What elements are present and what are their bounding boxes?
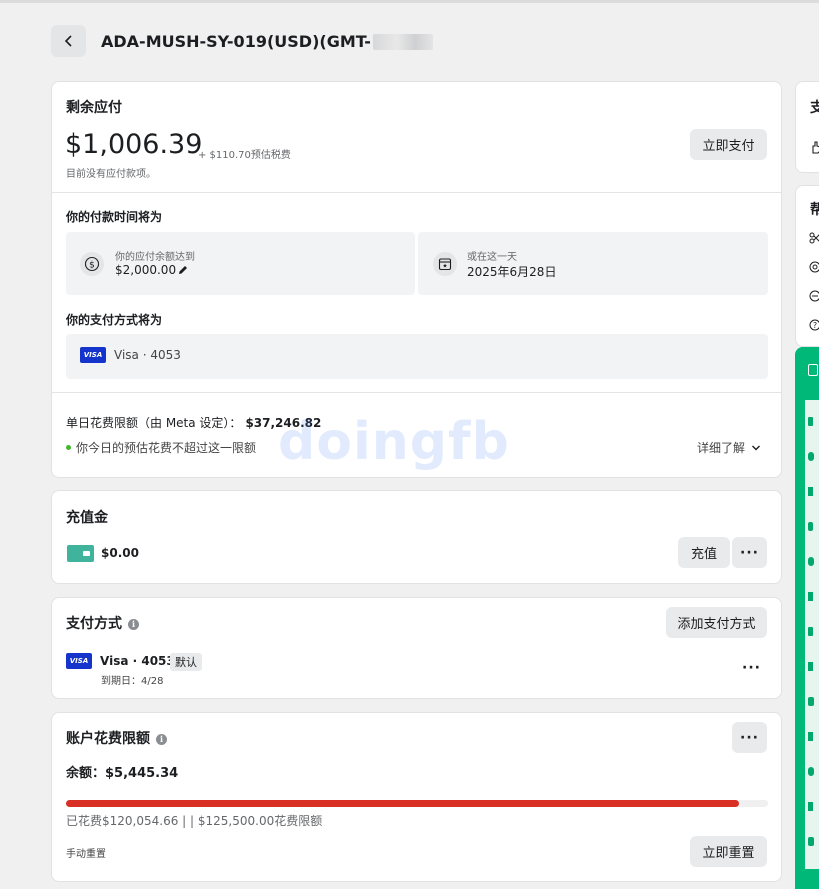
- divider: [52, 192, 781, 193]
- status-dot: [66, 445, 71, 450]
- chevron-left-icon: [64, 35, 72, 47]
- calendar-icon: [433, 252, 457, 276]
- scissors-icon: [809, 232, 819, 244]
- visa-logo-icon: VISA: [66, 653, 92, 669]
- balance-title: 剩余应付: [66, 100, 122, 116]
- green-panel-header: [795, 347, 819, 394]
- prepaid-more-button[interactable]: ···: [732, 537, 767, 568]
- balance-amount: $1,006.39: [65, 129, 203, 160]
- manual-reset-label: 手动重置: [66, 849, 106, 860]
- daily-limit-label: 单日花费限额（由 Meta 设定）：: [66, 416, 242, 430]
- payment-card-text: Visa · 4053: [100, 654, 175, 668]
- daily-limit-note: 你今日的预估花费不超过这一限额: [76, 441, 257, 455]
- payment-methods-title-row: 支付方式 i: [66, 613, 139, 633]
- date-value: 2025年6月28日: [467, 265, 557, 279]
- spending-summary: 已花费$120,054.66 | | $125,500.00花费限额: [66, 814, 323, 828]
- list-item-icon: [808, 487, 813, 496]
- spending-progress-track: [66, 800, 768, 807]
- list-item-icon: [808, 557, 814, 566]
- date-caption: 或在这一天: [467, 252, 517, 263]
- dollar-icon: $: [80, 252, 104, 276]
- visa-logo-icon: VISA: [80, 347, 106, 363]
- right-panel-top-title: 支: [810, 100, 819, 116]
- edit-pencil-icon[interactable]: [177, 264, 189, 276]
- right-panel-help: 帮 ?: [795, 185, 819, 347]
- right-panel-help-title: 帮: [810, 202, 819, 218]
- prepaid-amount: $0.00: [101, 546, 139, 560]
- back-button[interactable]: [51, 25, 86, 57]
- document-icon: [808, 364, 818, 376]
- list-item-icon: [808, 802, 813, 811]
- method-preview-box: VISA Visa · 4053: [66, 334, 768, 379]
- right-panel-top: 支: [795, 81, 819, 173]
- list-item-icon: [808, 522, 813, 531]
- list-item-icon: [808, 452, 814, 461]
- settings-icon: [809, 261, 819, 273]
- hand-icon: [812, 141, 819, 154]
- date-box: 或在这一天 2025年6月28日: [418, 232, 768, 295]
- page-title: ADA-MUSH-SY-019(USD)(GMT-: [101, 32, 433, 51]
- default-badge: 默认: [170, 653, 202, 671]
- svg-text:?: ?: [813, 321, 817, 330]
- list-item-icon: [808, 417, 813, 426]
- green-panel-list: [805, 400, 819, 869]
- info-icon[interactable]: i: [156, 733, 167, 745]
- help-circle-icon: ?: [809, 319, 819, 331]
- balance-sub-note: 目前没有应付款项。: [66, 169, 156, 180]
- payment-methods-title: 支付方式: [66, 616, 122, 632]
- watermark: doingfb: [278, 412, 510, 472]
- info-icon[interactable]: i: [128, 618, 139, 630]
- list-item-icon: [808, 697, 814, 706]
- divider: [52, 392, 781, 393]
- payment-method-more-button[interactable]: ···: [742, 660, 761, 676]
- daily-limit-note-row: 你今日的预估花费不超过这一限额: [66, 439, 256, 456]
- page-header: ADA-MUSH-SY-019(USD)(GMT-: [51, 25, 433, 57]
- list-item-icon: [808, 732, 813, 741]
- svg-text:$: $: [89, 261, 95, 271]
- threshold-caption: 你的应付余额达到: [115, 252, 195, 263]
- pay-now-button[interactable]: 立即支付: [690, 129, 767, 160]
- card-expiry: 到期日：4/28: [101, 676, 164, 687]
- right-panel-green: [795, 347, 819, 889]
- list-item-icon: [808, 592, 813, 601]
- top-border: [0, 0, 819, 3]
- list-item-icon: [808, 662, 813, 671]
- minus-circle-icon: [809, 290, 819, 302]
- prepaid-card: 充值金 $0.00 充值 ···: [51, 490, 782, 584]
- threshold-box: $ 你的应付余额达到 $2,000.00: [66, 232, 415, 295]
- spending-limit-more-button[interactable]: ···: [732, 722, 767, 753]
- wallet-icon: [67, 545, 94, 562]
- redacted-text: [372, 34, 433, 50]
- list-item-icon: [808, 767, 814, 776]
- payment-methods-card: 支付方式 i 添加支付方式 VISA Visa · 4053 默认 到期日：4/2…: [51, 597, 782, 699]
- list-item-icon: [808, 627, 813, 636]
- add-payment-method-button[interactable]: 添加支付方式: [666, 607, 767, 638]
- spending-progress-fill: [66, 800, 740, 807]
- prepaid-title: 充值金: [66, 510, 108, 526]
- method-preview-card: Visa · 4053: [114, 348, 181, 362]
- spending-limit-card: 账户花费限额 i ··· 余额：$5,445.34 已花费$120,054.66 …: [51, 712, 782, 882]
- schedule-title: 你的付款时间将为: [66, 210, 163, 224]
- reset-now-button[interactable]: 立即重置: [690, 836, 767, 867]
- list-item-icon: [808, 837, 814, 846]
- chevron-down-icon: [752, 445, 761, 450]
- spending-limit-title-row: 账户花费限额 i: [66, 728, 167, 748]
- learn-more-label: 详细了解: [697, 441, 746, 455]
- learn-more-link[interactable]: 详细了解: [697, 439, 761, 456]
- recharge-button[interactable]: 充值: [678, 537, 730, 568]
- spending-limit-remaining: 余额：$5,445.34: [66, 766, 179, 781]
- spending-limit-title: 账户花费限额: [66, 731, 150, 747]
- method-preview-title: 你的支付方式将为: [66, 313, 163, 327]
- threshold-value: $2,000.00: [115, 263, 177, 277]
- tax-note: + $110.70预估税费: [198, 150, 291, 161]
